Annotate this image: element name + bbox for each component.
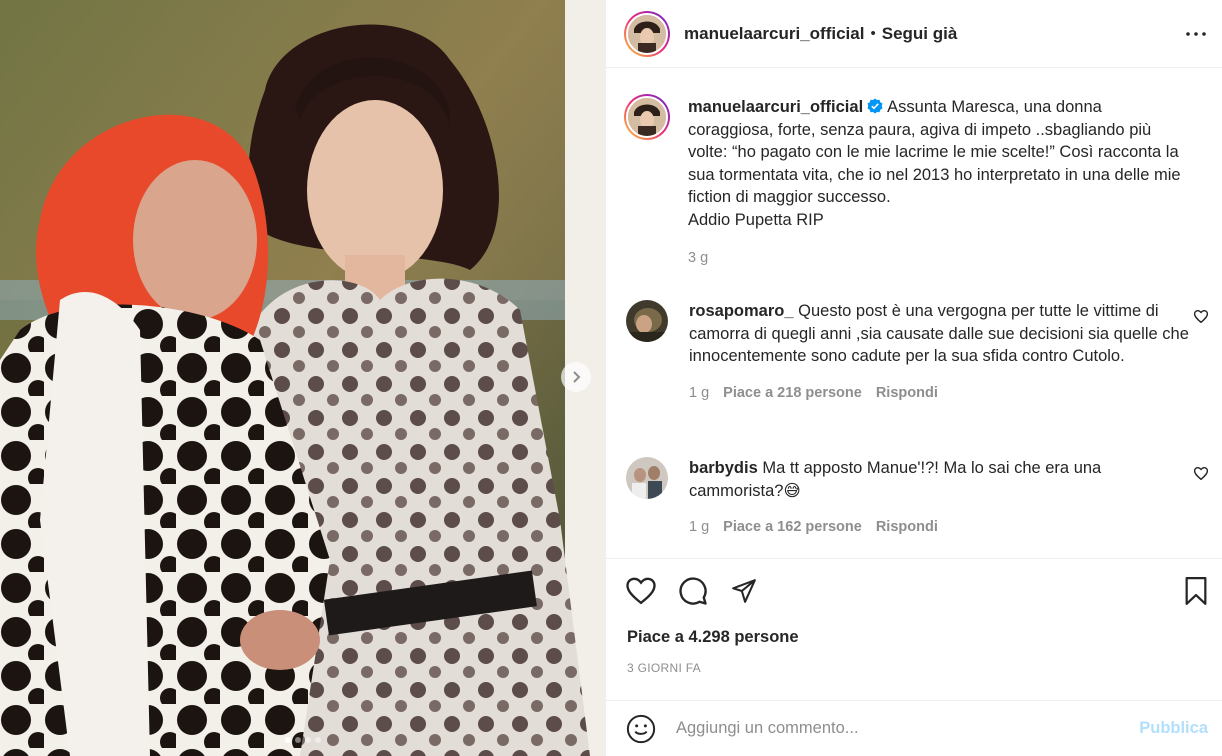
post-side-panel: manuelaarcuri_official • Segui già manue… <box>605 0 1222 756</box>
author-avatar[interactable] <box>624 10 670 57</box>
comment-like-heart-icon[interactable] <box>1194 310 1208 323</box>
carousel-dot <box>284 737 291 743</box>
comment-input[interactable] <box>676 719 1140 738</box>
comment-meta: 1 g Piace a 162 persone Rispondi <box>689 516 1189 539</box>
comment-body: rosapomaro_ Questo post è una vergogna p… <box>689 300 1189 404</box>
comment-item: barbydis Ma tt apposto Manue'!?! Ma lo s… <box>626 457 1208 539</box>
caption-body: manuelaarcuri_official Assunta Maresca, u… <box>688 96 1188 270</box>
heart-icon[interactable] <box>626 577 656 605</box>
more-options-button[interactable] <box>1184 22 1208 46</box>
commenter-avatar[interactable] <box>626 457 668 499</box>
post-caption: manuelaarcuri_official Assunta Maresca, u… <box>624 94 1208 270</box>
comment-body: barbydis Ma tt apposto Manue'!?! Ma lo s… <box>689 457 1189 539</box>
post-actions <box>626 574 1208 608</box>
comment-icon[interactable] <box>678 576 708 606</box>
author-avatar[interactable] <box>624 94 670 140</box>
comment-likes[interactable]: Piace a 162 persone <box>723 516 862 539</box>
comment-age[interactable]: 1 g <box>689 516 709 539</box>
bookmark-icon[interactable] <box>1184 577 1208 605</box>
comment-username[interactable]: rosapomaro_ <box>689 302 794 320</box>
carousel-dot <box>304 737 311 743</box>
chevron-right-icon <box>573 371 581 383</box>
publish-button[interactable]: Pubblica <box>1139 719 1208 738</box>
comment-item: rosapomaro_ Questo post è una vergogna p… <box>626 300 1208 404</box>
share-icon[interactable] <box>730 578 758 604</box>
comment-likes[interactable]: Piace a 218 persone <box>723 382 862 405</box>
following-button[interactable]: Segui già <box>882 24 958 44</box>
add-comment-bar: Pubblica <box>606 700 1222 756</box>
comment-meta: 1 g Piace a 218 persone Rispondi <box>689 382 1189 405</box>
carousel-dot <box>314 737 321 743</box>
reply-button[interactable]: Rispondi <box>876 382 938 405</box>
caption-age[interactable]: 3 g <box>688 247 708 270</box>
carousel-indicator <box>0 737 605 743</box>
reply-button[interactable]: Rispondi <box>876 516 938 539</box>
caption-meta: 3 g <box>688 247 1188 270</box>
more-horizontal-icon <box>1186 31 1206 36</box>
comment-age[interactable]: 1 g <box>689 382 709 405</box>
comment-like-heart-icon[interactable] <box>1194 467 1208 480</box>
post-photo <box>0 0 605 756</box>
comment-username[interactable]: barbydis <box>689 459 758 477</box>
post-date: 3 GIORNI FA <box>627 661 701 675</box>
verified-badge-icon <box>867 98 883 114</box>
post-media <box>0 0 605 756</box>
likes-count[interactable]: Piace a 4.298 persone <box>627 628 799 647</box>
caption-last-line: Addio Pupetta RIP <box>688 210 824 229</box>
next-image-button[interactable] <box>561 362 591 392</box>
carousel-dot <box>294 737 301 743</box>
post-header: manuelaarcuri_official • Segui già <box>606 0 1222 68</box>
comments-list: manuelaarcuri_official Assunta Maresca, u… <box>606 69 1222 559</box>
caption-username[interactable]: manuelaarcuri_official <box>688 98 863 116</box>
author-username[interactable]: manuelaarcuri_official <box>684 24 864 44</box>
commenter-avatar[interactable] <box>626 300 668 342</box>
emoji-icon[interactable] <box>626 714 656 744</box>
header-separator: • <box>870 25 876 42</box>
